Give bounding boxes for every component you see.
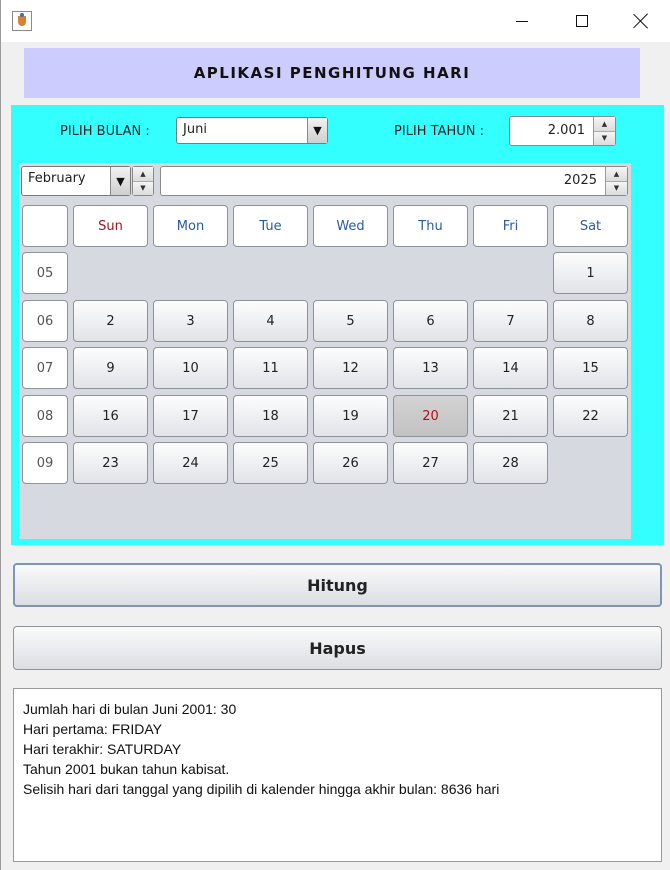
calendar-day-button[interactable]: 24 [153,442,228,484]
chevron-down-icon[interactable]: ▼ [307,118,327,143]
calendar-day-button[interactable]: 9 [73,347,148,389]
bulan-label: PILIH BULAN : [60,124,150,139]
calendar-year-spinner[interactable]: 2025 ▲ ▼ [160,166,628,196]
minimize-icon [516,20,528,22]
chevron-down-icon[interactable]: ▼ [110,167,130,195]
week-number: 09 [22,442,68,484]
week-number: 08 [22,395,68,437]
day-of-week-header: Tue [233,205,308,247]
bulan-select[interactable]: Juni ▼ [176,117,328,144]
tahun-spinner[interactable]: 2.001 ▲ ▼ [509,116,616,146]
day-of-week-header: Sun [73,205,148,247]
result-line: Hari pertama: FRIDAY [23,721,162,737]
calendar-day-button[interactable]: 14 [473,347,548,389]
day-of-week-header: Fri [473,205,548,247]
calendar-day-button[interactable]: 6 [393,300,468,342]
spinner-down-icon[interactable]: ▼ [133,181,153,195]
day-of-week-header: Wed [313,205,388,247]
app-window: APLIKASI PENGHITUNG HARI PILIH BULAN : J… [0,0,670,870]
calendar-day-button[interactable]: 3 [153,300,228,342]
spinner-up-icon[interactable]: ▲ [594,117,615,132]
calendar-day-button[interactable]: 18 [233,395,308,437]
calendar-day-button[interactable]: 11 [233,347,308,389]
spinner-down-icon[interactable]: ▼ [606,181,627,195]
calendar-day-button[interactable]: 23 [73,442,148,484]
hitung-button[interactable]: Hitung [13,563,662,607]
result-line: Jumlah hari di bulan Juni 2001: 30 [23,701,237,717]
spinner-down-icon[interactable]: ▼ [594,131,615,145]
minimize-button[interactable] [494,0,550,42]
calendar-day-button[interactable]: 5 [313,300,388,342]
calendar-day-button[interactable]: 28 [473,442,548,484]
spinner-up-icon[interactable]: ▲ [606,167,627,182]
bulan-value: Juni [183,122,207,137]
calendar-corner-cell [22,205,68,247]
calendar-day-button[interactable]: 20 [393,395,468,437]
java-app-icon [12,11,32,31]
calendar-day-button[interactable]: 8 [553,300,628,342]
result-line: Selisih hari dari tanggal yang dipilih d… [23,781,500,797]
calendar-day-button[interactable]: 13 [393,347,468,389]
calendar-day-button[interactable]: 1 [553,252,628,294]
result-line: Tahun 2001 bukan tahun kabisat. [23,761,230,777]
title-bar [1,0,670,42]
calendar-day-button[interactable]: 25 [233,442,308,484]
calendar-day-button[interactable]: 2 [73,300,148,342]
calendar-day-button[interactable]: 16 [73,395,148,437]
tahun-value: 2.001 [547,123,585,138]
calendar-day-button[interactable]: 19 [313,395,388,437]
calendar-day-button[interactable]: 7 [473,300,548,342]
day-of-week-header: Mon [153,205,228,247]
calendar-day-button[interactable]: 10 [153,347,228,389]
calendar-day-button[interactable]: 26 [313,442,388,484]
maximize-icon [576,15,588,27]
calendar-day-button[interactable]: 21 [473,395,548,437]
calendar-month-select[interactable]: February ▼ [21,166,131,196]
maximize-button[interactable] [554,0,610,42]
close-button[interactable] [613,0,669,42]
calendar-day-button[interactable]: 4 [233,300,308,342]
calendar-day-button[interactable]: 22 [553,395,628,437]
result-textarea[interactable]: Jumlah hari di bulan Juni 2001: 30 Hari … [13,688,662,862]
page-title: APLIKASI PENGHITUNG HARI [193,64,471,82]
day-of-week-header: Thu [393,205,468,247]
result-line: Hari terakhir: SATURDAY [23,741,182,757]
calendar-day-button[interactable]: 15 [553,347,628,389]
calendar-day-button[interactable]: 17 [153,395,228,437]
calendar-month-value: February [28,171,86,186]
calendar-month-spinner[interactable]: ▲ ▼ [132,166,154,196]
spinner-up-icon[interactable]: ▲ [133,167,153,182]
calendar-year-value: 2025 [563,173,597,188]
calendar-day-button[interactable]: 27 [393,442,468,484]
tahun-label: PILIH TAHUN : [394,124,485,139]
week-number: 06 [22,300,68,342]
hapus-button[interactable]: Hapus [13,626,662,670]
week-number: 05 [22,252,68,294]
header-banner: APLIKASI PENGHITUNG HARI [24,48,640,98]
day-of-week-header: Sat [553,205,628,247]
close-icon [633,13,649,29]
week-number: 07 [22,347,68,389]
calendar-day-button[interactable]: 12 [313,347,388,389]
